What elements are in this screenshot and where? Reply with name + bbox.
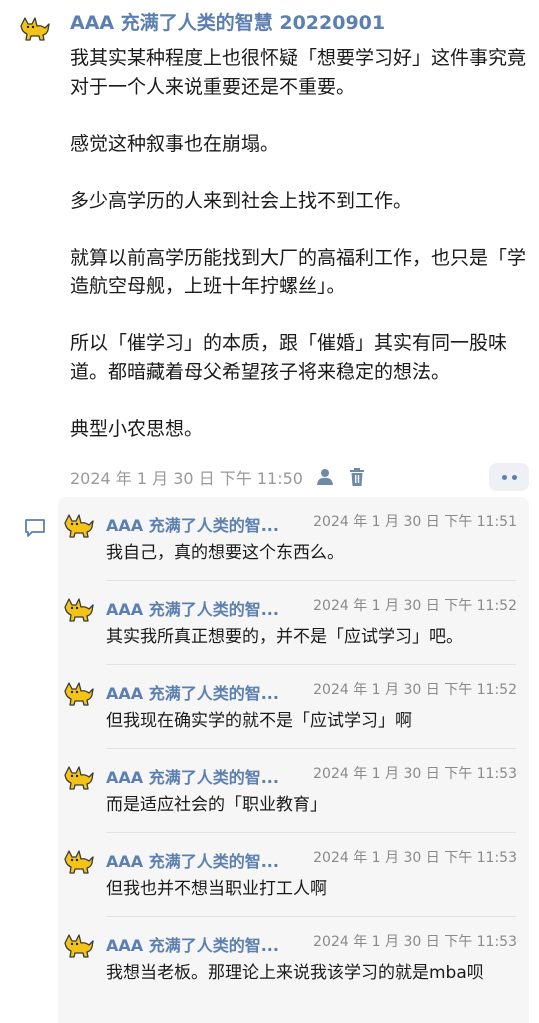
commenter-avatar[interactable]	[62, 593, 96, 627]
commenter-avatar[interactable]	[62, 761, 96, 795]
person-icon[interactable]	[315, 467, 335, 487]
commenter-avatar[interactable]	[62, 845, 96, 879]
post-meta: 2024 年 1 月 30 日 下午 11:50	[70, 465, 367, 489]
post-paragraph: 我其实某种程度上也很怀疑「想要学习好」这件事究竟对于一个人来说重要还是不重要。	[70, 47, 527, 98]
comment-text: 我想当老板。那理论上来说我该学习的就是mba呗	[106, 963, 484, 983]
comment-author[interactable]: AAA 充满了人类的智...	[106, 764, 279, 788]
post-paragraph: 就算以前高学历能找到大厂的高福利工作，也只是「学造航空母舰，上班十年拧螺丝」。	[70, 246, 527, 298]
divider	[106, 916, 516, 917]
more-dots-icon[interactable]	[489, 463, 529, 491]
comment-timestamp: 2024 年 1 月 30 日 下午 11:53	[313, 934, 517, 950]
comment-bubble-icon	[25, 519, 45, 537]
comment-author[interactable]: AAA 充满了人类的智...	[106, 512, 279, 536]
cat-avatar-icon	[64, 682, 94, 706]
divider	[106, 664, 516, 665]
cat-avatar-icon	[64, 514, 94, 538]
divider	[106, 580, 516, 581]
post-paragraph: 典型小农思想。	[70, 417, 204, 440]
post-body: 我其实某种程度上也很怀疑「想要学习好」这件事究竟对于一个人来说重要还是不重要。 …	[70, 44, 534, 443]
dot	[511, 474, 517, 480]
author-avatar[interactable]	[18, 12, 52, 46]
trash-icon[interactable]	[347, 467, 367, 487]
comment-text: 其实我所真正想要的，并不是「应试学习」吧。	[106, 627, 463, 647]
comment-timestamp: 2024 年 1 月 30 日 下午 11:52	[313, 682, 517, 698]
cat-avatar-icon	[64, 934, 94, 958]
commenter-avatar[interactable]	[62, 677, 96, 711]
post-author-name[interactable]: AAA 充满了人类的智慧 20220901	[70, 8, 385, 35]
comment-timestamp: 2024 年 1 月 30 日 下午 11:53	[313, 850, 517, 866]
commenter-avatar[interactable]	[62, 509, 96, 543]
divider	[106, 832, 516, 833]
comment-timestamp: 2024 年 1 月 30 日 下午 11:51	[313, 514, 517, 530]
comment-author[interactable]: AAA 充满了人类的智...	[106, 680, 279, 704]
comment-author[interactable]: AAA 充满了人类的智...	[106, 848, 279, 872]
comment-text: 但我也并不想当职业打工人啊	[106, 879, 327, 899]
comment-text: 我自己，真的想要这个东西么。	[106, 543, 344, 563]
divider	[106, 748, 516, 749]
comments-panel: AAA 充满了人类的智... 2024 年 1 月 30 日 下午 11:51 …	[58, 497, 529, 1023]
cat-avatar-icon	[64, 766, 94, 790]
comment-text: 而是适应社会的「职业教育」	[106, 795, 327, 815]
dot	[501, 474, 507, 480]
post-paragraph: 所以「催学习」的本质，跟「催婚」其实有同一股味道。都暗藏着母父希望孩子将来稳定的…	[70, 332, 508, 383]
cat-avatar-icon	[20, 17, 50, 41]
comment-timestamp: 2024 年 1 月 30 日 下午 11:52	[313, 598, 517, 614]
comment-author[interactable]: AAA 充满了人类的智...	[106, 596, 279, 620]
post-paragraph: 多少高学历的人来到社会上找不到工作。	[70, 189, 413, 212]
cat-avatar-icon	[64, 598, 94, 622]
post-paragraph: 感觉这种叙事也在崩塌。	[70, 132, 280, 155]
comment-timestamp: 2024 年 1 月 30 日 下午 11:53	[313, 766, 517, 782]
comment-author[interactable]: AAA 充满了人类的智...	[106, 932, 279, 956]
comment-text: 但我现在确实学的就不是「应试学习」啊	[106, 711, 412, 731]
post-timestamp: 2024 年 1 月 30 日 下午 11:50	[70, 469, 303, 488]
cat-avatar-icon	[64, 850, 94, 874]
commenter-avatar[interactable]	[62, 929, 96, 963]
